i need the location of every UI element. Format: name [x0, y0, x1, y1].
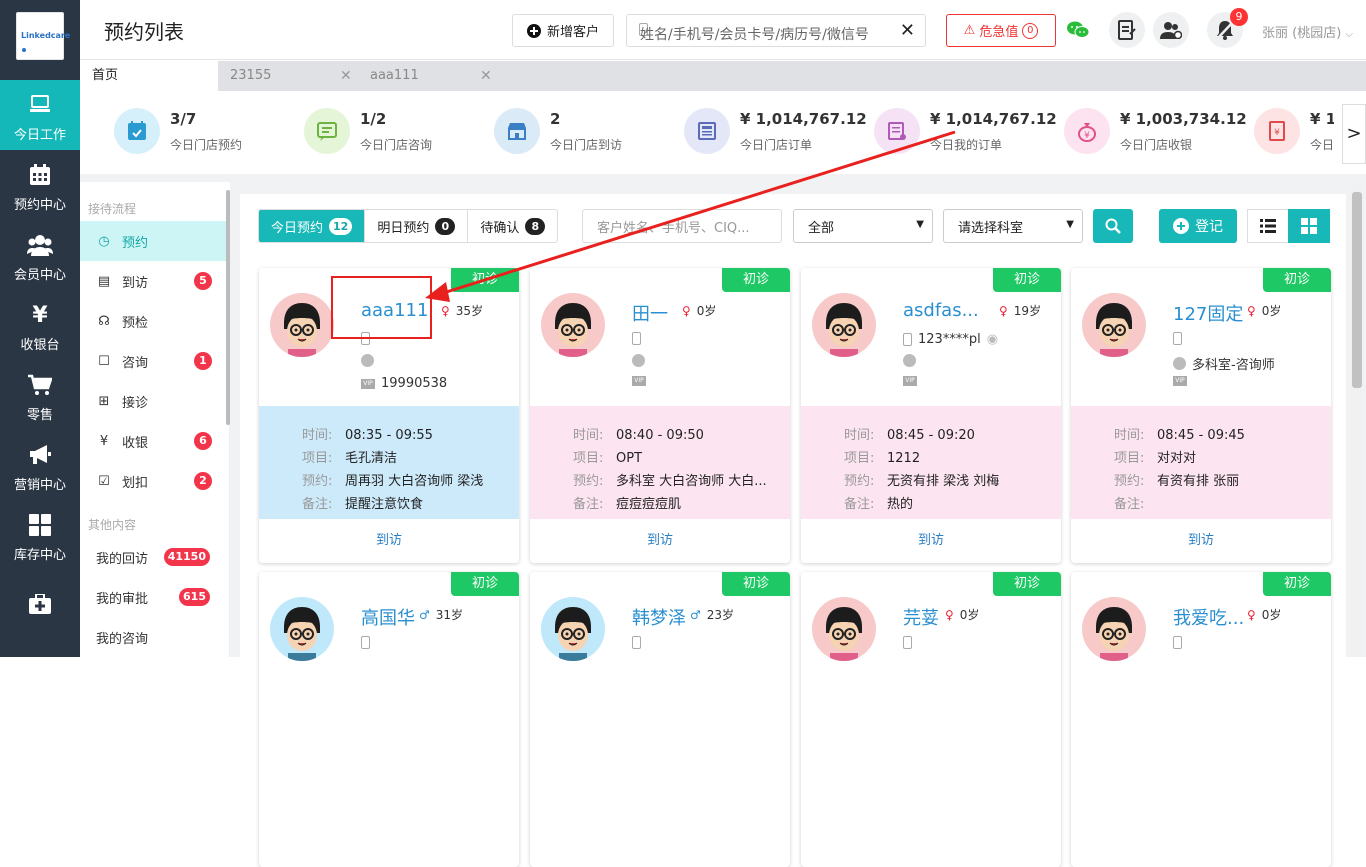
annotation-arrow — [425, 130, 956, 302]
